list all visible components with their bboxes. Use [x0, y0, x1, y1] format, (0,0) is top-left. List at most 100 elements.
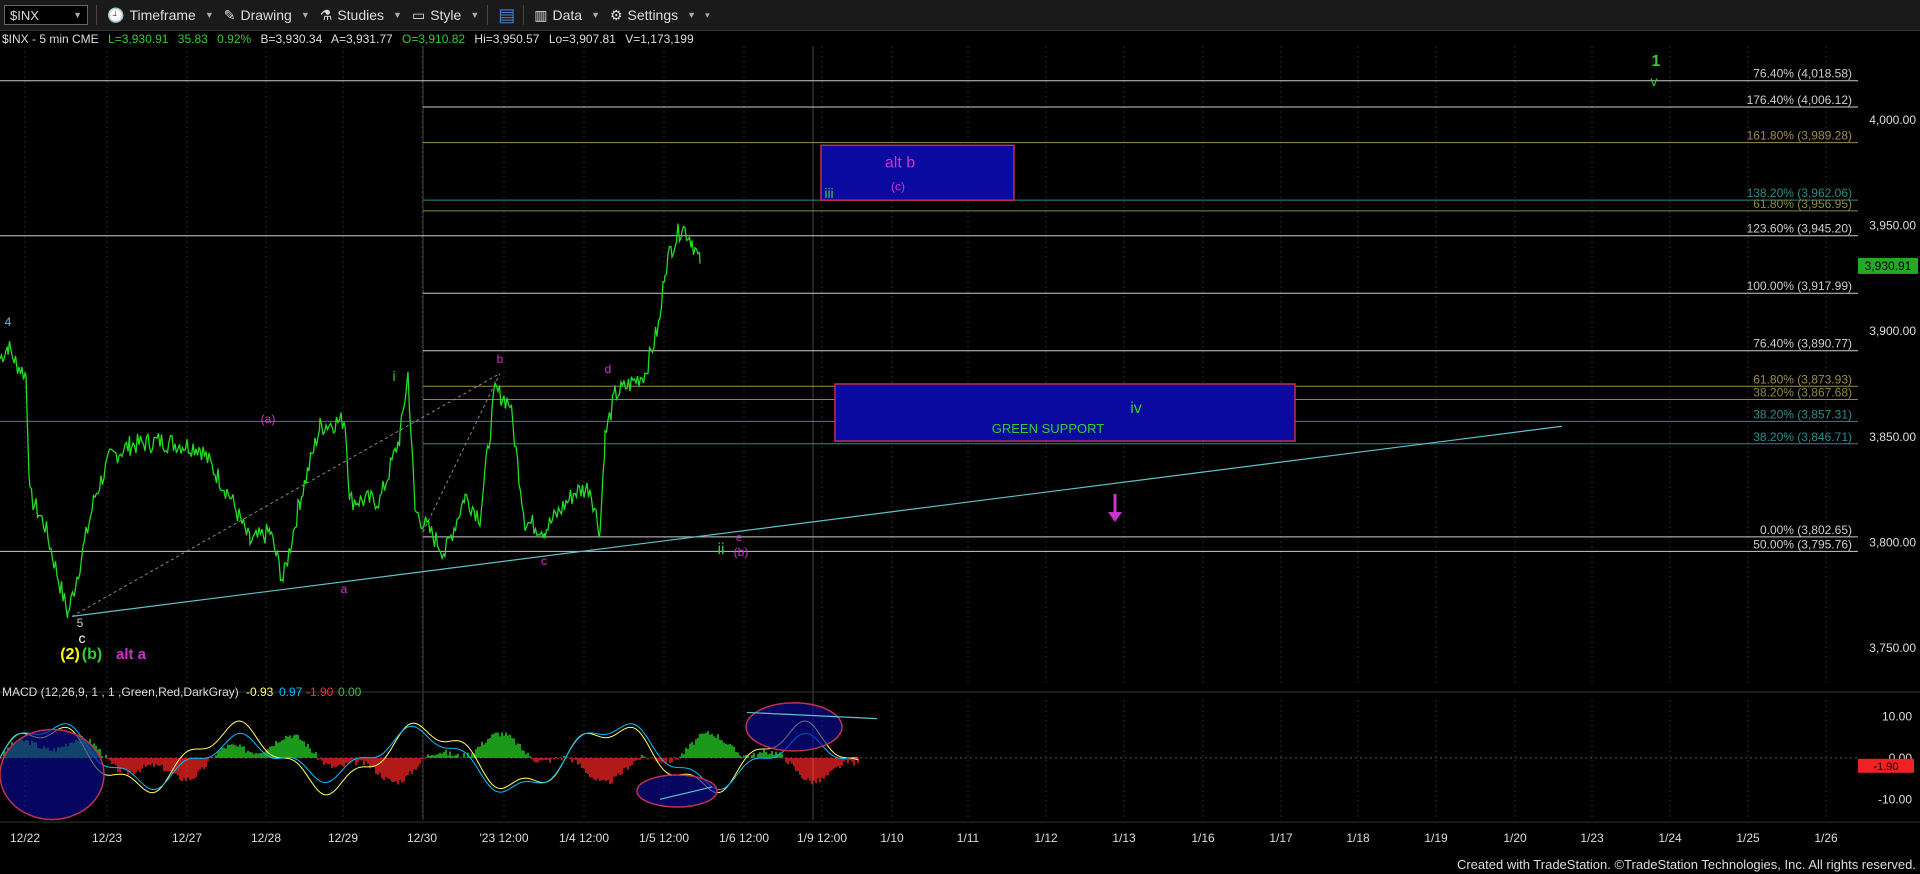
zone-label: iv: [1130, 400, 1142, 417]
macd-value: -1.90: [306, 685, 334, 699]
time-axis-label: 1/16: [1191, 831, 1215, 845]
fib-label: 176.40% (4,006.12): [1747, 93, 1852, 107]
layout-icon: ▤: [498, 4, 516, 25]
time-axis-label: 1/18: [1346, 831, 1370, 845]
time-axis-label: 1/19: [1424, 831, 1448, 845]
time-axis-label: 12/30: [407, 831, 437, 845]
fib-label: 61.80% (3,956.95): [1753, 197, 1852, 211]
drawing-label: Drawing: [240, 7, 292, 23]
open-price: O=3,910.82: [402, 32, 466, 46]
macd-value: -0.93: [246, 685, 274, 699]
wave-label: alt a: [116, 646, 147, 663]
highlight-ellipse: [0, 728, 105, 821]
timeframe-label: Timeframe: [129, 7, 196, 23]
time-axis-label: 12/22: [10, 831, 40, 845]
settings-menu[interactable]: ⚙ Settings ▼ ▾: [610, 7, 710, 24]
fib-label: 76.40% (4,018.58): [1753, 67, 1852, 81]
low-price: Lo=3,907.81: [548, 32, 616, 46]
time-axis-label: 1/6 12:00: [719, 831, 769, 845]
wave-label: c: [541, 554, 547, 568]
price-axis-label: 3,900.00: [1869, 324, 1916, 338]
macd-axis-label: 10.00: [1882, 710, 1912, 724]
symbol-input[interactable]: $INX ▼: [4, 5, 88, 25]
wave-label: v: [1651, 73, 1658, 89]
macd-last-value: -1.90: [1873, 761, 1898, 773]
percent-change: 0.92%: [217, 32, 252, 46]
style-menu[interactable]: ▭ Style ▼: [412, 7, 479, 24]
time-axis-label: 12/27: [172, 831, 202, 845]
toolbar-divider: [487, 5, 489, 25]
wave-label: c: [79, 630, 86, 646]
time-axis-label: 1/12: [1034, 831, 1058, 845]
fib-label: 38.20% (3,867.68): [1753, 385, 1852, 399]
time-axis: 12/22 12/23 12/27 12/28 12/29 12/30 '23 12:00 1…: [10, 831, 1838, 845]
wave-label: ii: [717, 541, 724, 558]
fib-label: 76.40% (3,890.77): [1753, 337, 1852, 351]
macd-axis-label: -10.00: [1878, 792, 1912, 806]
studies-label: Studies: [337, 7, 385, 23]
symbol-text: $INX: [10, 7, 39, 23]
wave-label: 1: [1652, 53, 1661, 70]
highlight-ellipse: [745, 702, 843, 752]
time-axis-label: 1/17: [1269, 831, 1293, 845]
wave-label: 5: [77, 616, 84, 630]
fib-label: 38.20% (3,846.71): [1753, 430, 1852, 444]
wave-label: iii: [824, 185, 833, 201]
timeframe-menu[interactable]: 🕘 Timeframe ▼: [107, 7, 214, 24]
bid-price: B=3,930.34: [260, 32, 323, 46]
quote-line: $INX - 5 min CME L=3,930.91 35.83 0.92% …: [2, 32, 700, 46]
data-menu[interactable]: ▥ Data ▼: [534, 7, 600, 24]
fib-label: 50.00% (3,795.76): [1753, 537, 1852, 551]
chart-area[interactable]: 76.40% (4,018.58) 176.40% (4,006.12) 1 61.8…: [0, 46, 1920, 852]
chevron-down-icon: ▼: [591, 10, 600, 20]
time-axis-label: 1/5 12:00: [639, 831, 689, 845]
time-axis-label: 1/20: [1503, 831, 1527, 845]
macd-value: 0.00: [338, 685, 362, 699]
arrow-down-icon: [1108, 512, 1122, 522]
wave-label: (b): [82, 646, 102, 663]
style-label: Style: [430, 7, 462, 23]
bar-chart-icon: ▥: [534, 6, 548, 23]
studies-menu[interactable]: ⚗ Studies ▼: [320, 7, 402, 24]
trend-line: [71, 425, 1563, 617]
fib-label: 61.80% (3,873.93): [1753, 372, 1852, 386]
time-axis-label: 1/24: [1658, 831, 1682, 845]
last-price: L=3,930.91: [108, 32, 169, 46]
time-axis-label: 12/23: [92, 831, 122, 845]
data-label: Data: [552, 7, 583, 23]
toolbar: $INX ▼ 🕘 Timeframe ▼ ✎ Drawing ▼ ⚗ Studi…: [0, 0, 1920, 31]
brush-icon: ▭: [411, 6, 426, 23]
last-price-value: 3,930.91: [1865, 259, 1912, 273]
price-axis-label: 3,950.00: [1869, 219, 1916, 233]
price-axis-label: 3,850.00: [1869, 430, 1916, 444]
caret-down-icon: ▾: [705, 9, 710, 20]
drawing-menu[interactable]: ✎ Drawing ▼: [224, 7, 310, 24]
chevron-down-icon: ▼: [300, 10, 310, 20]
fib-label: 100.00% (3,917.99): [1747, 279, 1852, 293]
gear-icon: ⚙: [609, 6, 623, 23]
price-line: [0, 223, 701, 619]
fib-label: 123.60% (3,945.20): [1747, 222, 1852, 236]
time-axis-label: 1/9 12:00: [797, 831, 847, 845]
chevron-down-icon[interactable]: ▼: [73, 10, 82, 20]
time-axis-label: 1/26: [1814, 831, 1838, 845]
time-axis-label: 1/11: [957, 831, 980, 845]
time-axis-label: '23 12:00: [479, 831, 528, 845]
layout-button[interactable]: ▤: [498, 5, 515, 26]
wave-label: d: [605, 362, 612, 376]
fib-label: 0.00% (3,802.65): [1760, 523, 1852, 537]
chevron-down-icon: ▼: [470, 10, 480, 20]
chevron-down-icon: ▼: [393, 10, 402, 20]
time-axis-label: 1/4 12:00: [559, 831, 609, 845]
volume: V=1,173,199: [625, 32, 694, 46]
macd-pane: MACD (12,26,9, 1 , 1 ,Green,Red,DarkGray…: [0, 685, 1914, 821]
toolbar-divider: [523, 5, 525, 25]
zone-box: [820, 144, 1015, 201]
wave-label: a: [341, 582, 348, 596]
wave-label: i: [392, 368, 395, 384]
zone-sublabel: GREEN SUPPORT: [992, 421, 1105, 436]
flask-icon: ⚗: [319, 6, 333, 23]
chevron-down-icon: ▼: [687, 10, 697, 20]
price-axis-label: 3,750.00: [1869, 641, 1916, 655]
net-change: 35.83: [177, 32, 208, 46]
